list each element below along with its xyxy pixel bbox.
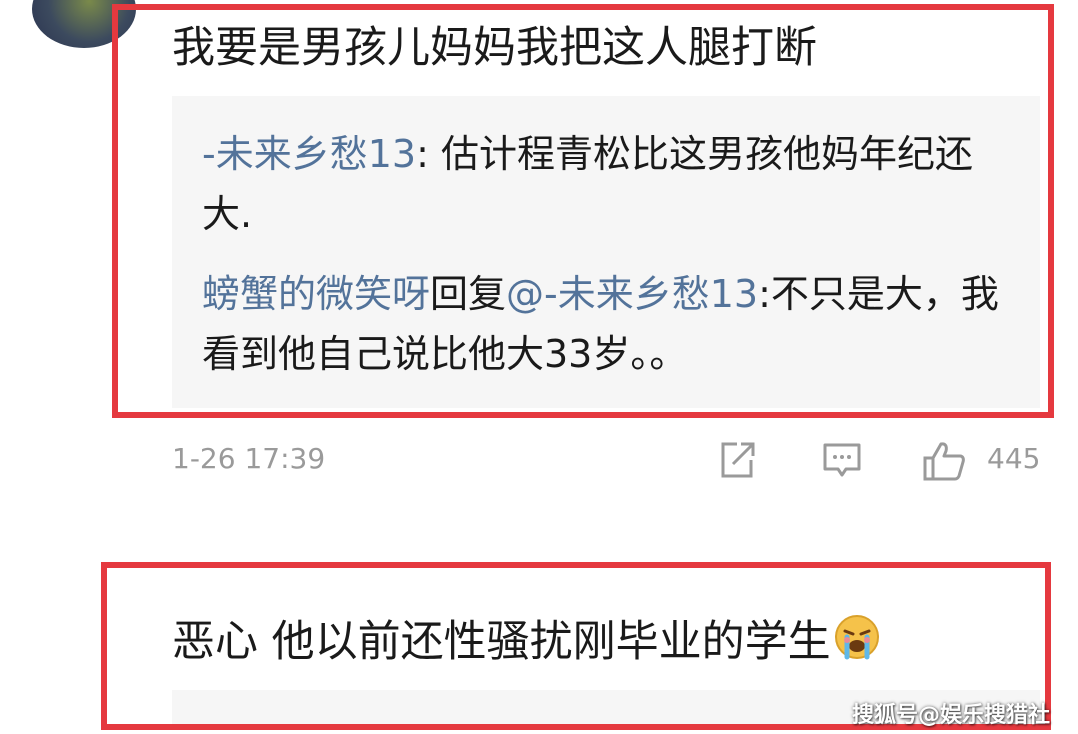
timestamp: 1-26 17:39 <box>172 442 326 475</box>
highlight-frame <box>112 4 1054 418</box>
comment-meta-bar: 1-26 17:39 445 <box>172 440 1042 484</box>
thumbs-up-icon[interactable] <box>922 440 966 489</box>
watermark: 搜狐号@娱乐搜猎社 <box>851 703 1050 728</box>
share-icon[interactable] <box>717 440 757 487</box>
comment-icon[interactable] <box>822 440 862 487</box>
like-count: 445 <box>987 442 1041 475</box>
